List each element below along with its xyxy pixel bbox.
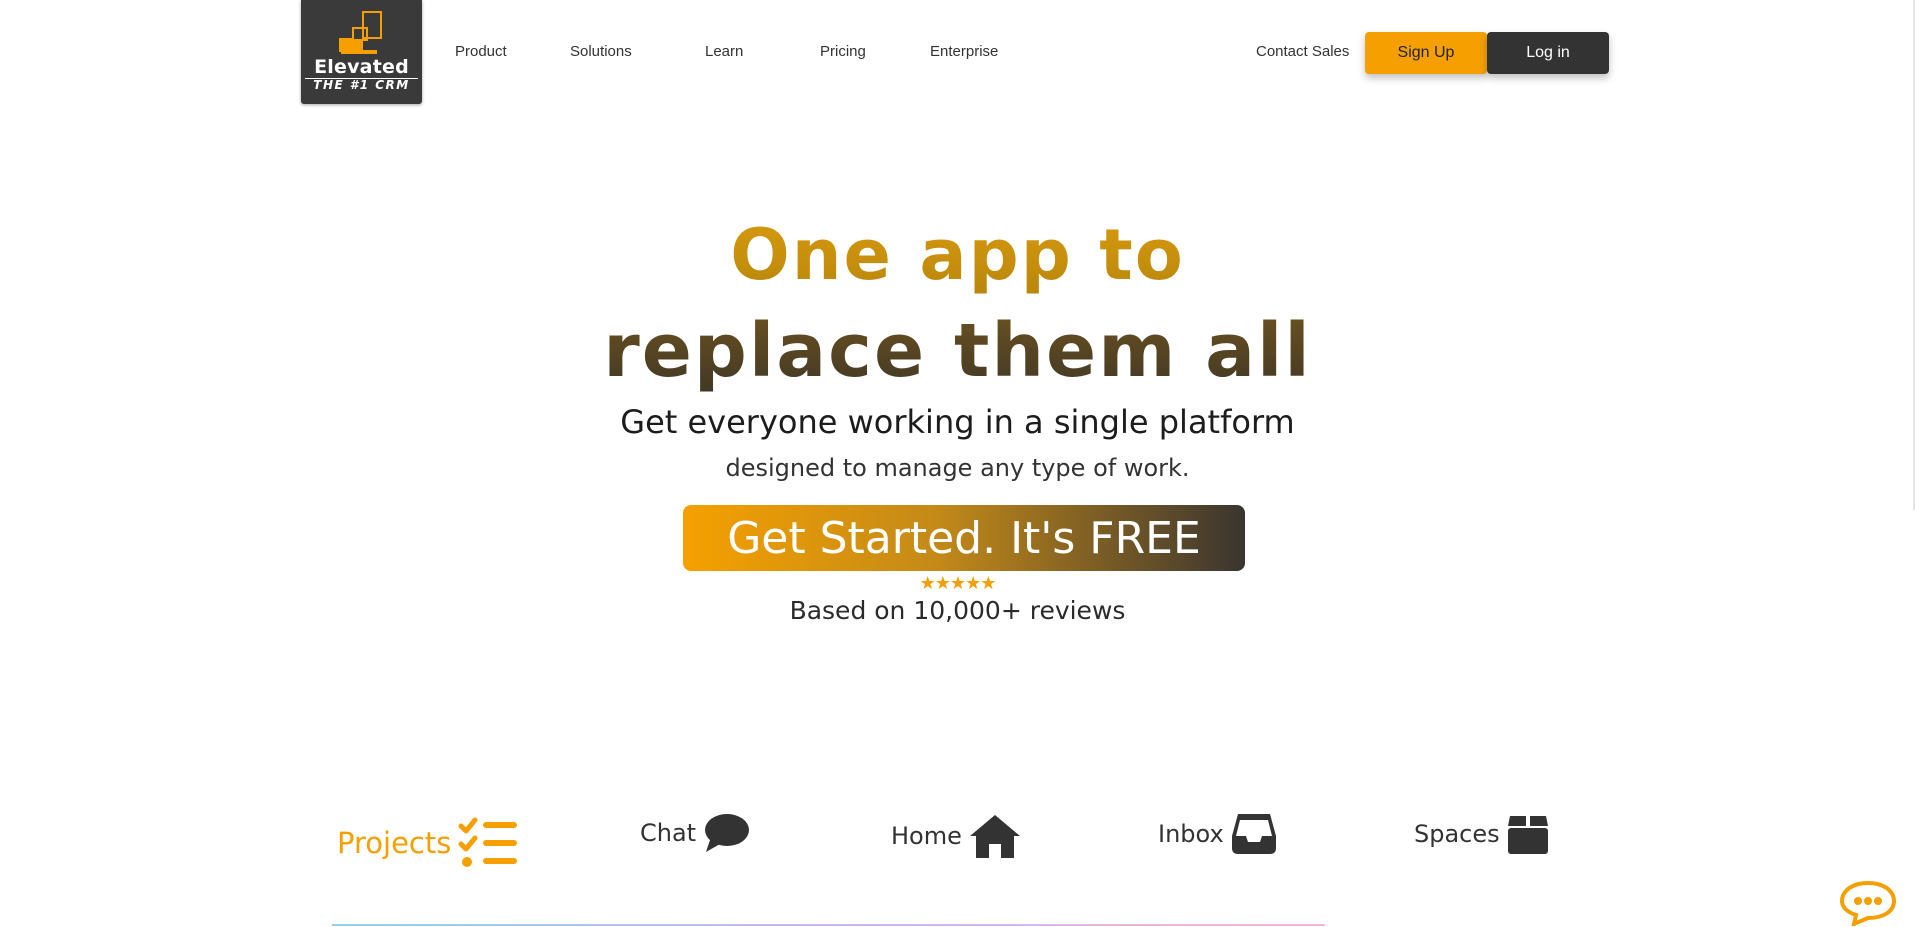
tab-label: Home	[891, 822, 962, 850]
box-icon	[1507, 816, 1548, 854]
landing-page: Elevated THE #1 CRM Product Solutions Le…	[0, 0, 1915, 927]
nav-enterprise[interactable]: Enterprise	[930, 43, 998, 60]
reviews-text: Based on 10,000+ reviews	[789, 596, 1126, 625]
sign-up-button[interactable]: Sign Up	[1365, 32, 1487, 74]
hero-title-line1: One app to	[0, 212, 1915, 298]
tab-label: Chat	[640, 819, 697, 847]
nav-solutions[interactable]: Solutions	[570, 43, 632, 60]
nav-contact-sales[interactable]: Contact Sales	[1256, 43, 1349, 60]
rating-stars-icon: ★★★★★	[919, 573, 997, 593]
tab-label: Projects	[337, 826, 452, 860]
tab-label: Spaces	[1414, 820, 1500, 848]
tab-label: Inbox	[1158, 820, 1224, 848]
nav-pricing[interactable]: Pricing	[820, 43, 866, 60]
nav-learn[interactable]: Learn	[705, 43, 743, 60]
logo-tagline: THE #1 CRM	[313, 78, 410, 92]
chat-bubble-icon	[705, 814, 750, 852]
get-started-button[interactable]: Get Started. It's FREE	[683, 505, 1245, 571]
nav-product[interactable]: Product	[455, 43, 507, 60]
hero-subtitle-line2: designed to manage any type of work.	[725, 454, 1190, 482]
tab-panel-border	[332, 924, 1325, 926]
tab-spaces[interactable]: Spaces	[1414, 812, 1550, 856]
tab-home[interactable]: Home	[891, 812, 1022, 860]
inbox-icon	[1231, 814, 1276, 854]
tab-inbox[interactable]: Inbox	[1158, 812, 1278, 856]
tab-chat[interactable]: Chat	[640, 812, 750, 854]
chat-widget-icon[interactable]	[1840, 880, 1896, 926]
home-icon	[969, 815, 1020, 858]
hero-subtitle-line1: Get everyone working in a single platfor…	[620, 403, 1295, 441]
checklist-icon	[458, 817, 518, 867]
log-in-button[interactable]: Log in	[1487, 32, 1609, 74]
hero-title-line2: replace them all	[0, 306, 1915, 396]
logo-brand: Elevated	[314, 56, 409, 78]
stairs-logo-icon	[339, 11, 382, 54]
logo[interactable]: Elevated THE #1 CRM	[301, 0, 422, 104]
tab-projects[interactable]: Projects	[337, 816, 521, 870]
